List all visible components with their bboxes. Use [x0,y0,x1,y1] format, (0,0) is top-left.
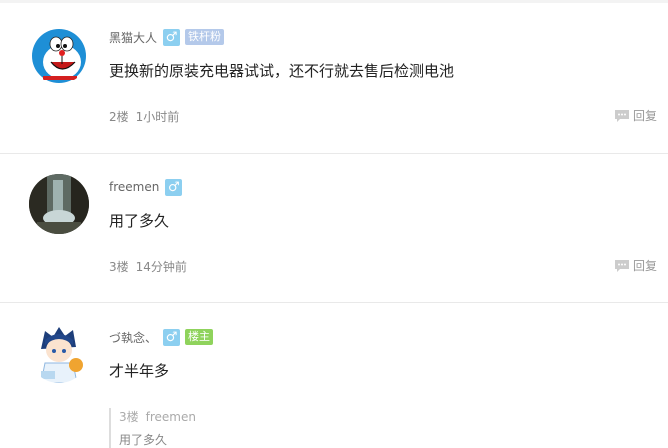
reply-button[interactable]: 回复 [614,257,657,274]
comment-meta: freemen ♂ [109,178,187,196]
anime-boy-avatar-icon [29,323,89,383]
waterfall-avatar-icon [29,174,89,234]
top-divider [0,0,668,3]
comment-divider [0,302,668,303]
username[interactable]: freemen [109,180,159,194]
comment-meta: 黑猫大人 ♂ 铁杆粉 [109,28,225,46]
username[interactable]: づ執念、 [109,329,157,346]
quote-content: 用了多久 [119,433,168,447]
male-gender-icon: ♂ [165,178,183,196]
comment-footer: 2楼 1小时前 [109,108,179,125]
comment-divider [0,153,668,154]
comment-content: 更换新的原装充电器试试，还不行就去售后检测电池 [109,62,455,80]
comment-bubble-icon [614,109,629,122]
doraemon-avatar-icon [29,24,89,84]
male-gender-icon: ♂ [163,328,181,346]
comment-meta: づ執念、 ♂ 楼主 [109,328,214,346]
quoted-reply: 3楼 freemen 用了多久 [109,408,196,448]
comment-content: 用了多久 [109,212,170,230]
comment-bubble-icon [614,259,629,272]
thread-owner-badge: 楼主 [185,329,214,345]
quote-username[interactable]: freemen [146,410,196,424]
username[interactable]: 黑猫大人 [109,29,157,46]
comment-content: 才半年多 [109,362,170,380]
fan-level-badge: 铁杆粉 [185,29,225,45]
avatar-freemen[interactable] [29,174,89,234]
male-gender-icon: ♂ [163,28,181,46]
avatar-anime-boy[interactable] [29,323,89,383]
quote-header: 3楼 freemen [119,408,196,425]
reply-label: 回复 [632,109,657,123]
reply-button[interactable]: 回复 [614,107,657,124]
floor-number: 3楼 [109,260,129,274]
comment-footer: 3楼 14分钟前 [109,258,187,275]
avatar-doraemon[interactable] [29,24,89,84]
post-time: 14分钟前 [135,260,187,274]
floor-number: 2楼 [109,110,129,124]
quote-floor: 3楼 [119,410,139,424]
reply-label: 回复 [632,259,657,273]
post-time: 1小时前 [135,110,180,124]
